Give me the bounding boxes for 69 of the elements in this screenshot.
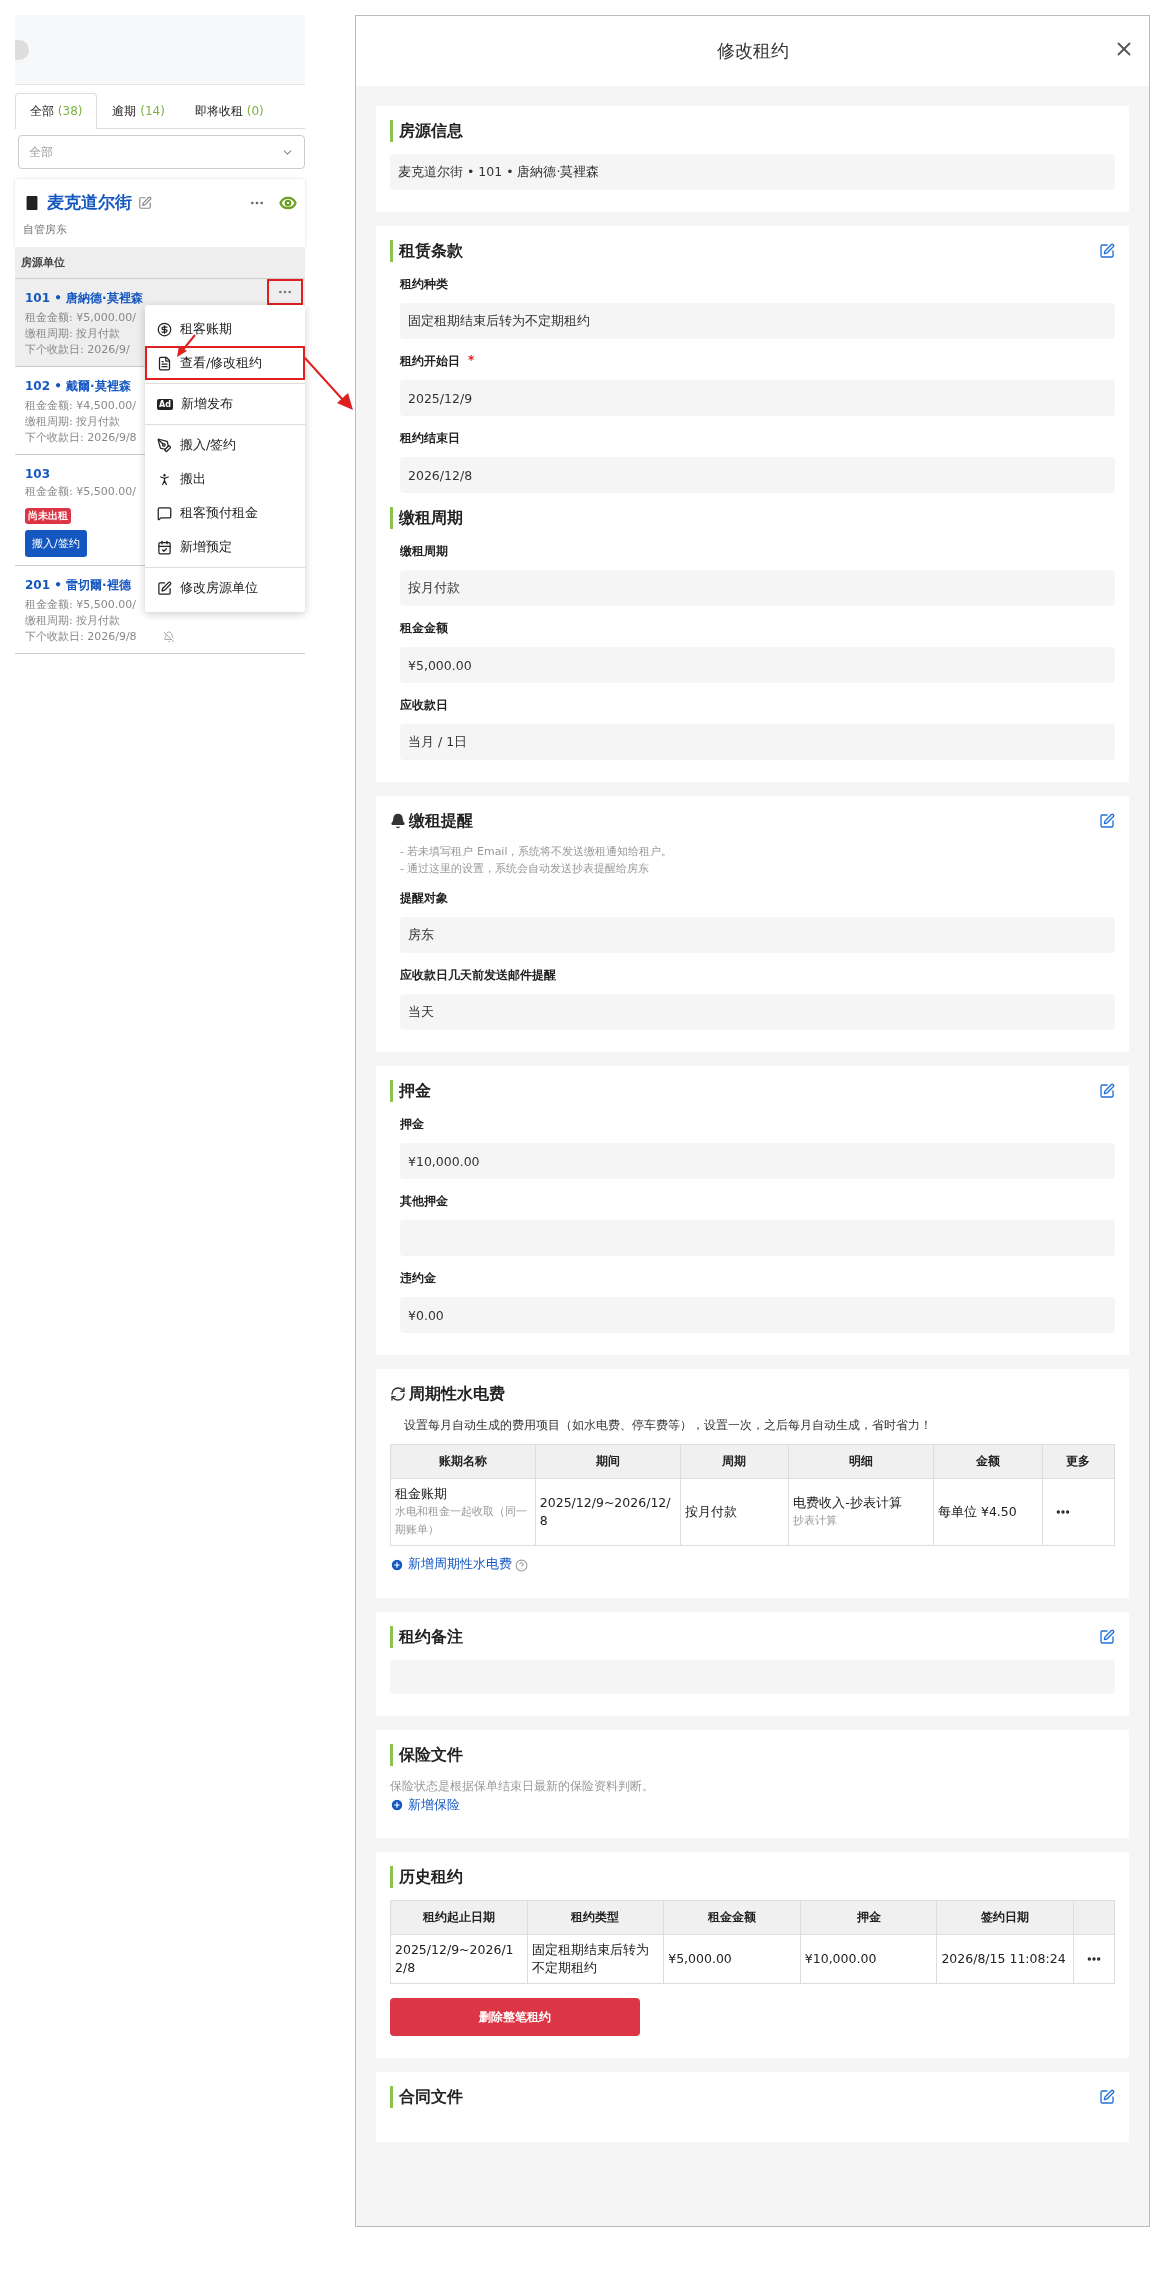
field-label: 其他押金 bbox=[400, 1193, 448, 1210]
column-header: 更多 bbox=[1042, 1444, 1115, 1479]
column-header: 租约类型 bbox=[527, 1900, 664, 1935]
column-header: 押金 bbox=[800, 1900, 937, 1935]
section-title: 合同文件 bbox=[390, 2086, 463, 2108]
unit-name: 201 • 雷切爾·裡德 bbox=[25, 577, 131, 594]
section-title: 周期性水电费 bbox=[409, 1383, 505, 1405]
field-label: 缴租周期 bbox=[400, 543, 448, 560]
table-cell-text: 2025/12/9~2026/12/8 bbox=[539, 1494, 672, 1530]
cell-note: 抄表计算 bbox=[793, 1513, 839, 1529]
field-label: 租约种类 bbox=[400, 276, 448, 293]
property-name: 麦克道尔街 bbox=[47, 191, 132, 214]
field-label: 押金 bbox=[400, 1116, 424, 1133]
unit-name: 103 bbox=[25, 467, 51, 481]
section-title: 房源信息 bbox=[390, 120, 463, 142]
unit-detail: 缴租周期: 按月付款 bbox=[25, 326, 121, 342]
unit-detail: 租金金额: ¥5,500.00/ bbox=[25, 597, 136, 613]
unit-detail: 下个收款日: 2026/9/8 bbox=[25, 430, 137, 446]
unit-detail: 租金金额: ¥4,500.00/ bbox=[25, 398, 136, 414]
table-cell-text: 2026/8/15 11:08:24 bbox=[941, 1950, 1067, 1968]
description-text: 设置每月自动生成的费用项目（如水电费、停车费等），设置一次，之后每月自动生成，省时省力！ bbox=[404, 1417, 933, 1434]
column-header: 金额 bbox=[933, 1444, 1043, 1479]
status-badge: 尚未出租 bbox=[25, 508, 71, 524]
field-label: 租约开始日 bbox=[400, 353, 460, 370]
column-header: 租金金额 bbox=[663, 1900, 801, 1935]
required-mark: * bbox=[468, 353, 475, 369]
section-title: 租赁条款 bbox=[390, 240, 463, 262]
column-header: 账期名称 bbox=[390, 1444, 536, 1479]
unit-name: 101 • 唐納德·莫裡森 bbox=[25, 290, 143, 307]
table-cell-text: 租金账期 bbox=[395, 1485, 448, 1503]
table-cell-text: 2025/12/9~2026/12/8 bbox=[395, 1941, 515, 1977]
table-cell-text: 按月付款 bbox=[684, 1503, 738, 1521]
modal-title: 修改租约 bbox=[716, 39, 789, 63]
section-title: 缴租提醒 bbox=[409, 810, 473, 832]
column-header: 签约日期 bbox=[936, 1900, 1074, 1935]
section-title: 历史租约 bbox=[390, 1866, 463, 1888]
unit-detail: 下个收款日: 2026/9/ bbox=[25, 342, 130, 358]
table-cell-text: ¥5,000.00 bbox=[668, 1950, 733, 1968]
section-title: 租约备注 bbox=[390, 1625, 463, 1648]
column-header: 租约起止日期 bbox=[390, 1900, 528, 1935]
table-cell-text: ¥10,000.00 bbox=[804, 1950, 878, 1968]
table-cell-text: 电费收入-抄表计算 bbox=[793, 1494, 903, 1512]
field-label: 租金金额 bbox=[400, 620, 448, 637]
table-cell-text: 每单位 ¥4.50 bbox=[938, 1503, 1018, 1521]
cell-note: 水电和租金一起收取（同一期账单） bbox=[395, 1504, 528, 1538]
unit-detail: 缴租周期: 按月付款 bbox=[25, 414, 121, 430]
field-label: 应收款日几天前发送邮件提醒 bbox=[400, 967, 556, 984]
property-subtitle: 自管房东 bbox=[23, 222, 68, 237]
section-title: 押金 bbox=[390, 1080, 431, 1102]
unit-detail: 下个收款日: 2026/9/8 bbox=[25, 629, 137, 645]
section-title: 保险文件 bbox=[390, 1743, 463, 1766]
column-header: 明细 bbox=[788, 1444, 934, 1479]
field-label: 租约结束日 bbox=[400, 430, 460, 447]
hint-text: - 若未填写租户 Email，系统将不发送缴租通知给租户。 bbox=[400, 844, 674, 859]
unit-detail: 租金金额: ¥5,000.00/ bbox=[25, 310, 136, 326]
unit-detail: 缴租周期: 按月付款 bbox=[25, 613, 121, 629]
hint-text: - 通过这里的设置，系统会自动发送抄表提醒给房东 bbox=[400, 861, 651, 876]
field-label: 应收款日 bbox=[400, 697, 448, 714]
ad-badge: Ad bbox=[157, 398, 173, 410]
unit-name: 102 • 戴爾·莫裡森 bbox=[25, 378, 131, 395]
field-label: 违约金 bbox=[400, 1270, 436, 1287]
subsection-title: 缴租周期 bbox=[390, 507, 1115, 529]
unit-detail: 租金金额: ¥5,500.00/ bbox=[25, 484, 136, 500]
description-text: 保险状态是根据保单结束日最新的保险资料判断。 bbox=[390, 1777, 655, 1795]
column-header: 期间 bbox=[535, 1444, 681, 1479]
field-label: 提醒对象 bbox=[400, 890, 448, 907]
section-header: 房源单位 bbox=[15, 247, 305, 279]
table-cell-text: 固定租期结束后转为不定期租约 bbox=[531, 1941, 650, 1977]
column-header: 周期 bbox=[680, 1444, 789, 1479]
